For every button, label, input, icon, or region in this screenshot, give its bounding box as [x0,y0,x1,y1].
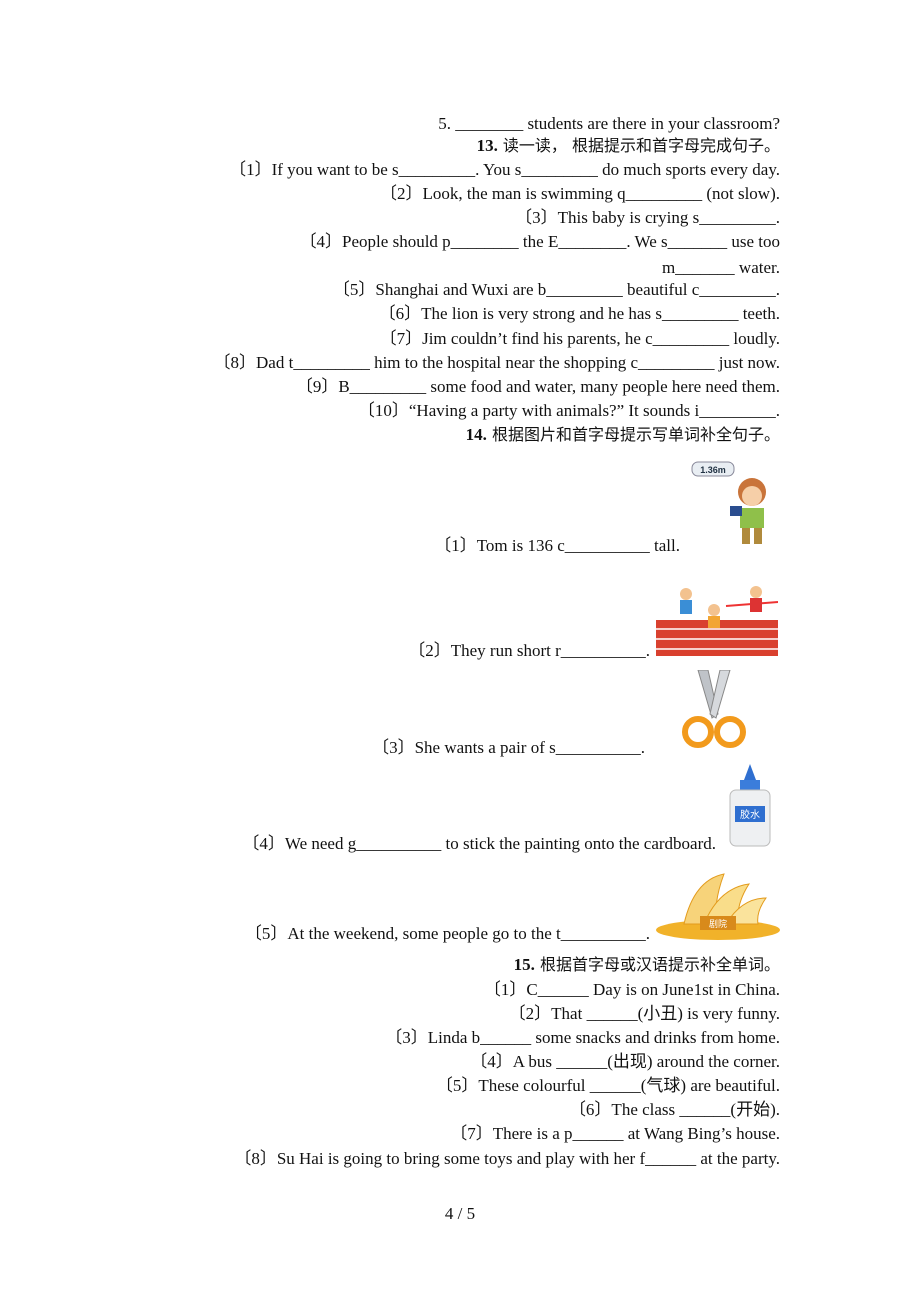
s15-item: 〔4〕A bus ______(出现) around the corner. [470,1052,780,1071]
section-title: 读一读， 根据提示和首字母完成句子。 [502,136,780,155]
s13-item: 〔8〕Dad t_________ him to the hospital ne… [213,353,780,372]
question-5-line: 5. ________ students are there in your c… [438,114,780,133]
scissors-icon [682,670,746,748]
s13-item: 〔3〕This baby is crying s_________. [515,208,780,227]
s13-item: 〔4〕People should p________ the E________… [299,232,780,251]
runners-icon [656,586,778,656]
section-title: 根据图片和首字母提示写单词补全句子。 [491,425,780,444]
s13-item-continuation: m_______ water. [661,258,780,277]
s13-item: 〔5〕Shanghai and Wuxi are b_________ beau… [332,280,780,299]
section-13-heading: 13. 读一读， 根据提示和首字母完成句子。 [477,135,780,157]
s14-item: 〔2〕They run short r__________. [408,641,650,660]
s15-item: 〔7〕There is a p______ at Wang Bing’s hou… [450,1124,780,1143]
page-number: 4 / 5 [444,1204,476,1223]
theatre-icon: 剧院 [656,873,780,940]
section-number: 15. [513,955,535,974]
s15-item: 〔8〕Su Hai is going to bring some toys an… [234,1149,780,1168]
section-15-heading: 15. 根据首字母或汉语提示补全单词。 [514,954,780,976]
glue-bottle-icon: 胶水 [729,764,771,847]
s13-item: 〔10〕“Having a party with animals?” It so… [357,401,780,420]
s14-item: 〔1〕Tom is 136 c__________ tall. [434,536,680,555]
s15-item: 〔6〕The class ______(开始). [568,1100,780,1119]
s15-item: 〔3〕Linda b______ some snacks and drinks … [385,1028,780,1047]
s14-item: 〔3〕She wants a pair of s__________. [372,738,645,757]
s13-item: 〔7〕Jim couldn’t find his parents, he c__… [379,329,780,348]
s15-item: 〔2〕That ______(小丑) is very funny. [508,1004,780,1023]
section-number: 13. [476,136,498,155]
height-label: 1.36m [700,465,726,475]
s14-item: 〔4〕We need g__________ to stick the pain… [242,834,716,853]
theatre-label: 剧院 [709,918,727,930]
s13-item: 〔2〕Look, the man is swimming q_________ … [380,184,780,203]
s13-item: 〔1〕If you want to be s_________. You s__… [229,160,780,179]
boy-height-icon: 1.36m [691,461,766,544]
s13-item: 〔9〕B_________ some food and water, many … [295,377,780,396]
s15-item: 〔1〕C______ Day is on June1st in China. [483,980,780,999]
s15-item: 〔5〕These colourful ______(气球) are beauti… [435,1076,780,1095]
section-title: 根据首字母或汉语提示补全单词。 [539,955,780,974]
section-14-heading: 14. 根据图片和首字母提示写单词补全句子。 [466,424,780,446]
glue-label: 胶水 [740,808,760,821]
s13-item: 〔6〕The lion is very strong and he has s_… [378,304,780,323]
s14-item: 〔5〕At the weekend, some people go to the… [244,924,650,943]
section-number: 14. [465,425,487,444]
